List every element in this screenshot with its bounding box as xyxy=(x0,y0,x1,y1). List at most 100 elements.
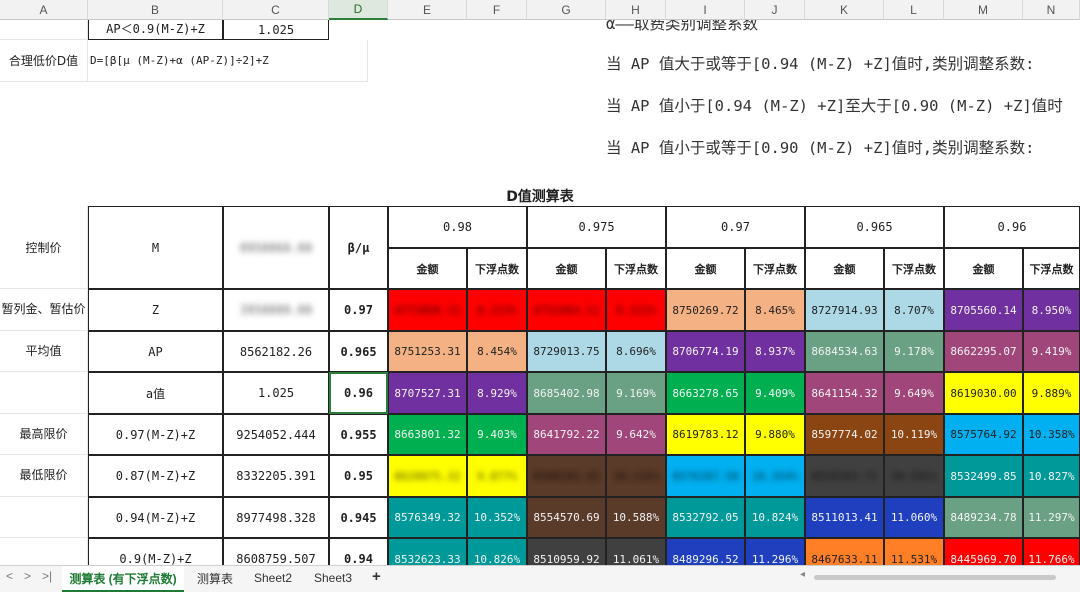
header-group-0[interactable]: 0.98 xyxy=(388,206,527,248)
cell-float-5-1[interactable]: 10.588% xyxy=(606,497,666,538)
row-value-0[interactable]: 3950000.00 xyxy=(223,289,329,331)
cell-amount-0-3[interactable]: 8727914.93 xyxy=(805,289,884,331)
header-float-3[interactable]: 下浮点数 xyxy=(884,248,944,289)
cell-b0[interactable]: AP＜0.9(M-Z)+Z xyxy=(88,20,223,40)
row-label-1[interactable]: 平均值 xyxy=(0,331,88,372)
cell-float-5-4[interactable]: 11.297% xyxy=(1023,497,1080,538)
cell-amount-3-0[interactable]: 8663801.32 xyxy=(388,414,467,455)
cell-float-2-3[interactable]: 9.649% xyxy=(884,372,944,414)
cell-amount-2-3[interactable]: 8641154.32 xyxy=(805,372,884,414)
column-header-g[interactable]: G xyxy=(527,0,606,20)
column-header-k[interactable]: K xyxy=(805,0,884,20)
row-label-6[interactable] xyxy=(0,538,88,565)
cell-b1-formula[interactable]: D=[β[μ (M-Z)+α (AP-Z)]÷2]+Z xyxy=(88,40,368,82)
cell-float-1-1[interactable]: 8.696% xyxy=(606,331,666,372)
column-header-l[interactable]: L xyxy=(884,0,944,20)
row-coef-0[interactable]: 0.97 xyxy=(329,289,388,331)
column-header-j[interactable]: J xyxy=(745,0,805,20)
row-formula-2[interactable]: a值 xyxy=(88,372,223,414)
row-formula-1[interactable]: AP xyxy=(88,331,223,372)
header-amount-1[interactable]: 金额 xyxy=(527,248,606,289)
row-coef-3[interactable]: 0.955 xyxy=(329,414,388,455)
row-label-0[interactable]: 暂列金、暂估价 xyxy=(0,289,88,331)
cell-amount-2-0[interactable]: 8707527.31 xyxy=(388,372,467,414)
header-float-2[interactable]: 下浮点数 xyxy=(745,248,805,289)
cell-amount-3-4[interactable]: 8575764.92 xyxy=(944,414,1023,455)
row-coef-2[interactable]: 0.96 xyxy=(329,372,388,414)
cell-amount-1-1[interactable]: 8729013.75 xyxy=(527,331,606,372)
cell-amount-5-1[interactable]: 8554570.69 xyxy=(527,497,606,538)
row-value-1[interactable]: 8562182.26 xyxy=(223,331,329,372)
first-sheet-icon[interactable]: < xyxy=(6,569,13,583)
cell-amount-5-3[interactable]: 8511013.41 xyxy=(805,497,884,538)
column-header-f[interactable]: F xyxy=(467,0,527,20)
cell-float-3-2[interactable]: 9.880% xyxy=(745,414,805,455)
cell-amount-2-2[interactable]: 8663278.65 xyxy=(666,372,745,414)
cell-float-5-3[interactable]: 11.060% xyxy=(884,497,944,538)
column-header-c[interactable]: C xyxy=(223,0,329,20)
cell-amount-5-0[interactable]: 8576349.32 xyxy=(388,497,467,538)
column-header-a[interactable]: A xyxy=(0,0,88,20)
header-amount-4[interactable]: 金额 xyxy=(944,248,1023,289)
cell-float-3-3[interactable]: 10.119% xyxy=(884,414,944,455)
row-label-5[interactable] xyxy=(0,497,88,538)
cell-float-5-0[interactable]: 10.352% xyxy=(467,497,527,538)
header-group-3[interactable]: 0.965 xyxy=(805,206,944,248)
column-header-h[interactable]: H xyxy=(606,0,666,20)
row-label-2[interactable] xyxy=(0,372,88,414)
cell-float-6-1[interactable]: 11.061% xyxy=(606,538,666,565)
column-header-m[interactable]: M xyxy=(944,0,1023,20)
sheet-tab-3[interactable]: Sheet3 xyxy=(306,566,360,590)
cell-float-0-1[interactable]: 8.322% xyxy=(606,289,666,331)
cell-float-0-0[interactable]: 8.223% xyxy=(467,289,527,331)
column-header-n[interactable]: N xyxy=(1023,0,1080,20)
cell-amount-1-3[interactable]: 8684534.63 xyxy=(805,331,884,372)
cell-float-2-2[interactable]: 9.409% xyxy=(745,372,805,414)
row-formula-5[interactable]: 0.94(M-Z)+Z xyxy=(88,497,223,538)
row-value-3[interactable]: 9254052.444 xyxy=(223,414,329,455)
cell-float-1-4[interactable]: 9.419% xyxy=(1023,331,1080,372)
cell-amount-4-2[interactable]: 8576287.58 xyxy=(666,455,745,497)
sheet-tab-1[interactable]: 测算表 xyxy=(190,566,240,590)
cell-float-3-4[interactable]: 10.358% xyxy=(1023,414,1080,455)
cell-a1[interactable]: 合理低价D值 xyxy=(0,40,88,82)
cell-float-1-0[interactable]: 8.454% xyxy=(467,331,527,372)
cell-amount-4-3[interactable]: 8554393.71 xyxy=(805,455,884,497)
cell-float-1-3[interactable]: 9.178% xyxy=(884,331,944,372)
cell-amount-6-0[interactable]: 8532623.33 xyxy=(388,538,467,565)
column-header-e[interactable]: E xyxy=(388,0,467,20)
cell-amount-6-2[interactable]: 8489296.52 xyxy=(666,538,745,565)
column-header-b[interactable]: B xyxy=(88,0,223,20)
cell-amount-3-3[interactable]: 8597774.02 xyxy=(805,414,884,455)
cell-amount-0-4[interactable]: 8705560.14 xyxy=(944,289,1023,331)
cell-amount-6-1[interactable]: 8510959.92 xyxy=(527,538,606,565)
sheet-tab-0[interactable]: 测算表 (有下浮点数) xyxy=(62,566,184,592)
cell-c0[interactable]: 1.025 xyxy=(223,20,329,40)
cell-float-6-3[interactable]: 11.531% xyxy=(884,538,944,565)
column-header-d[interactable]: D xyxy=(329,0,388,20)
header-m[interactable]: M xyxy=(88,206,223,289)
row-value-5[interactable]: 8977498.328 xyxy=(223,497,329,538)
row-value-6[interactable]: 8608759.507 xyxy=(223,538,329,565)
cell-amount-0-0[interactable]: 8773000.31 xyxy=(388,289,467,331)
cell-amount-5-4[interactable]: 8489234.78 xyxy=(944,497,1023,538)
cell-float-5-2[interactable]: 10.824% xyxy=(745,497,805,538)
cell-float-2-4[interactable]: 9.889% xyxy=(1023,372,1080,414)
horizontal-scrollbar[interactable]: ◂ xyxy=(800,569,1070,582)
column-header-i[interactable]: I xyxy=(666,0,745,20)
cell-float-6-0[interactable]: 10.826% xyxy=(467,538,527,565)
header-group-4[interactable]: 0.96 xyxy=(944,206,1080,248)
cell-float-0-4[interactable]: 8.950% xyxy=(1023,289,1080,331)
cell-float-4-4[interactable]: 10.827% xyxy=(1023,455,1080,497)
cell-amount-2-1[interactable]: 8685402.98 xyxy=(527,372,606,414)
cell-amount-0-2[interactable]: 8750269.72 xyxy=(666,289,745,331)
scroll-left-icon[interactable]: ◂ xyxy=(800,569,805,580)
row-coef-1[interactable]: 0.965 xyxy=(329,331,388,372)
header-group-1[interactable]: 0.975 xyxy=(527,206,666,248)
row-label-4[interactable]: 最低限价 xyxy=(0,455,88,497)
header-beta-mu[interactable]: β/μ xyxy=(329,206,388,289)
cell-amount-4-1[interactable]: 8598181.45 xyxy=(527,455,606,497)
row-coef-6[interactable]: 0.94 xyxy=(329,538,388,565)
cell-amount-1-2[interactable]: 8706774.19 xyxy=(666,331,745,372)
cell-float-0-2[interactable]: 8.465% xyxy=(745,289,805,331)
